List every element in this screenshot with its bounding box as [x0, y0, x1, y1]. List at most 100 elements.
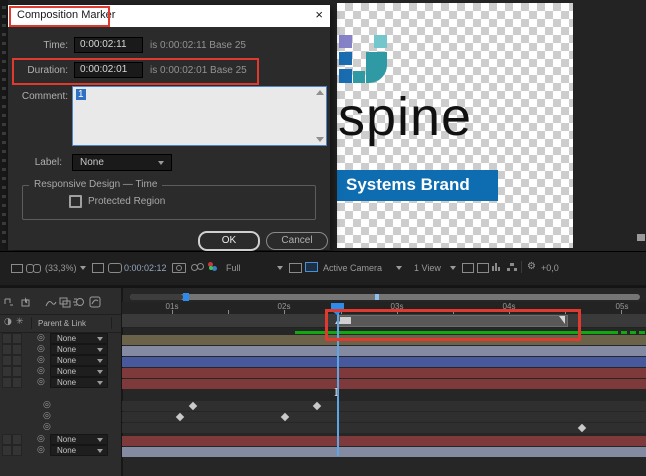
camera-dropdown[interactable]: Active Camera [323, 263, 382, 273]
timecode-display[interactable]: 0:00:02:12 [124, 263, 167, 273]
close-icon[interactable]: × [315, 7, 323, 22]
navigator-handle[interactable] [130, 294, 183, 300]
mask-visibility-icon[interactable] [108, 263, 122, 273]
layer-switch-cell[interactable] [2, 434, 12, 445]
protected-region-label: Protected Region [88, 196, 165, 207]
draft-3d-icon[interactable] [19, 296, 31, 308]
layer-switch-cell[interactable] [12, 377, 22, 388]
shy-layers-icon[interactable] [45, 296, 57, 308]
chevron-down-icon[interactable] [450, 266, 456, 270]
gear-icon[interactable]: ⚙ [527, 261, 536, 272]
chevron-down-icon[interactable] [396, 266, 402, 270]
roi-icon[interactable] [289, 263, 302, 273]
parent-link-header[interactable]: Parent & Link [38, 319, 86, 328]
pickwhip-icon[interactable]: ◎ [37, 434, 45, 444]
viewer-scrollbar-thumb[interactable] [637, 234, 645, 241]
layer-bar[interactable] [122, 447, 646, 457]
parent-dropdown[interactable]: None [50, 445, 108, 456]
layer-bar[interactable] [122, 357, 646, 367]
pickwhip-icon[interactable]: ◎ [37, 355, 45, 365]
chevron-down-icon [97, 449, 103, 453]
transparency-grid-icon[interactable] [305, 262, 318, 272]
parent-dropdown[interactable]: None [50, 366, 108, 377]
flower-column-icon[interactable]: ✳ [16, 317, 24, 327]
graph-editor-icon[interactable] [89, 296, 101, 308]
share-view-icon[interactable] [462, 263, 474, 273]
label-dropdown[interactable]: None [72, 154, 172, 171]
layer-switch-cell[interactable] [12, 355, 22, 366]
layer-switch-cell[interactable] [12, 344, 22, 355]
resolution-dropdown[interactable]: Full [226, 263, 241, 273]
scroll-up-icon[interactable] [316, 90, 324, 95]
rgb-channels-icon[interactable] [208, 262, 220, 272]
pickwhip-icon[interactable]: ◎ [37, 344, 45, 354]
pickwhip-icon[interactable]: ◎ [37, 333, 45, 343]
show-snapshot-icon[interactable] [191, 263, 204, 271]
annotation-marker-box [325, 309, 581, 341]
binoculars-icon[interactable] [26, 264, 40, 272]
scroll-down-icon[interactable] [316, 137, 324, 142]
layer-switch-cell[interactable] [2, 333, 12, 344]
histogram-icon[interactable] [492, 263, 502, 271]
parent-dropdown[interactable]: None [50, 344, 108, 355]
magnification-value[interactable]: (33,3%) [45, 263, 77, 273]
protected-region-checkbox[interactable] [69, 195, 82, 208]
monitor-icon[interactable] [11, 264, 23, 273]
layer-switch-cell[interactable] [12, 333, 22, 344]
time-input[interactable]: 0:00:02:11 [74, 37, 143, 53]
chevron-down-icon[interactable] [80, 266, 86, 270]
grid-options-icon[interactable] [92, 263, 104, 273]
ruler-label: 05s [609, 302, 635, 311]
eye-column-icon[interactable]: ◑ [4, 317, 12, 327]
snapshot-camera-icon[interactable] [172, 263, 186, 273]
time-navigator[interactable] [122, 290, 646, 302]
layer-bar[interactable] [122, 346, 646, 356]
parent-dropdown[interactable]: None [50, 333, 108, 344]
layer-switch-cell[interactable] [12, 445, 22, 456]
pickwhip-icon[interactable]: ◎ [37, 366, 45, 376]
chevron-down-icon [97, 381, 103, 385]
layer-switch-cell[interactable] [2, 344, 12, 355]
view-layout-dropdown[interactable]: 1 View [414, 263, 441, 273]
pixel-aspect-icon[interactable] [477, 263, 489, 273]
chevron-down-icon [97, 370, 103, 374]
layer-bar[interactable] [122, 379, 646, 389]
parent-dropdown[interactable]: None [50, 377, 108, 388]
layer-switch-cell[interactable] [12, 366, 22, 377]
mini-flowchart-icon[interactable] [3, 296, 15, 308]
layer-bar[interactable] [122, 436, 646, 446]
layer-switch-cell[interactable] [2, 355, 12, 366]
duration-input[interactable]: 0:00:02:01 [74, 62, 143, 78]
pickwhip-icon[interactable]: ◎ [37, 377, 45, 387]
layer-switch-cell[interactable] [2, 445, 12, 456]
ok-button[interactable]: OK [198, 231, 260, 251]
layer-switch-cell[interactable] [12, 434, 22, 445]
pickwhip-icon[interactable]: ◎ [43, 422, 51, 432]
layer-bar[interactable] [122, 368, 646, 378]
chevron-down-icon [97, 348, 103, 352]
cancel-button[interactable]: Cancel [266, 232, 328, 250]
comment-textarea[interactable]: 1 [72, 86, 327, 146]
exposure-value[interactable]: +0,0 [541, 263, 559, 273]
layer-switch-cell[interactable] [2, 377, 12, 388]
layer-switch-cell[interactable] [2, 366, 12, 377]
dialog-titlebar[interactable]: Composition Marker × [8, 5, 330, 27]
motion-blur-icon[interactable] [73, 296, 85, 308]
navigator-playhead-marker[interactable] [183, 293, 189, 301]
mini-flowchart-icon[interactable] [507, 263, 517, 271]
parent-dropdown[interactable]: None [50, 434, 108, 445]
logo-square-blue-1 [339, 52, 352, 65]
pickwhip-icon[interactable]: ◎ [43, 400, 51, 410]
chevron-down-icon[interactable] [277, 266, 283, 270]
panel-edge-strip [0, 0, 8, 252]
column-divider [31, 317, 32, 329]
layer-row-controls: ◎ None [0, 333, 120, 344]
layer-row-controls: ◎ None [0, 355, 120, 366]
responsive-design-title: Responsive Design — Time [29, 179, 162, 190]
timeline-column-header: ◑ ✳ Parent & Link [0, 314, 121, 333]
pickwhip-icon[interactable]: ◎ [37, 445, 45, 455]
navigator-track[interactable] [130, 294, 640, 300]
parent-dropdown[interactable]: None [50, 355, 108, 366]
frame-blend-icon[interactable] [59, 296, 71, 308]
pickwhip-icon[interactable]: ◎ [43, 411, 51, 421]
